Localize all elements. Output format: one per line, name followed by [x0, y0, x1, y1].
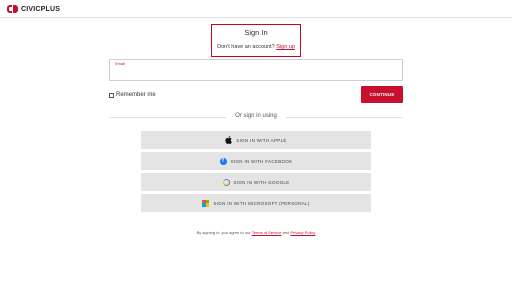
divider-text: Or sign in using [226, 113, 286, 119]
sign-in-microsoft-button[interactable]: SIGN IN WITH MICROSOFT (PERSONAL) [141, 194, 371, 212]
apple-icon [225, 136, 233, 144]
email-input[interactable] [114, 68, 398, 79]
email-field[interactable]: Email [109, 59, 403, 81]
microsoft-icon [202, 199, 210, 207]
legal-prefix: By signing in, you agree to our [196, 230, 251, 235]
signup-link[interactable]: Sign up [276, 44, 295, 50]
sign-in-facebook-button[interactable]: f SIGN IN WITH FACEBOOK [141, 152, 371, 170]
remember-me[interactable]: Remember me [109, 92, 156, 98]
civicplus-logo-icon [7, 5, 18, 13]
civicplus-logo[interactable]: CIVICPLUS [7, 3, 60, 15]
google-icon [222, 178, 230, 186]
page-title: Sign In [244, 28, 268, 37]
privacy-link[interactable]: Privacy Policy [290, 230, 315, 235]
remember-me-label: Remember me [116, 92, 156, 98]
facebook-icon: f [219, 157, 227, 165]
remember-me-checkbox[interactable] [109, 92, 114, 98]
continue-button[interactable]: CONTINUE [361, 86, 403, 103]
email-label: Email [115, 61, 126, 66]
terms-link[interactable]: Terms of Service [252, 230, 282, 235]
sign-in-google-button[interactable]: SIGN IN WITH GOOGLE [141, 173, 371, 191]
sign-in-apple-button[interactable]: SIGN IN WITH APPLE [141, 131, 371, 149]
no-account-text: Don't have an account? [217, 44, 275, 50]
brand-name: CIVICPLUS [21, 5, 61, 13]
legal-notice: By signing in, you agree to our Terms of… [141, 230, 371, 235]
sign-in-microsoft-label: SIGN IN WITH MICROSOFT (PERSONAL) [213, 200, 310, 206]
signup-prompt: Don't have an account? Sign up [211, 44, 301, 50]
sign-in-facebook-label: SIGN IN WITH FACEBOOK [230, 158, 293, 164]
legal-and: and [282, 230, 290, 235]
sign-in-google-label: SIGN IN WITH GOOGLE [233, 179, 290, 185]
top-bar: CIVICPLUS [0, 0, 512, 18]
sign-in-apple-label: SIGN IN WITH APPLE [236, 137, 287, 143]
